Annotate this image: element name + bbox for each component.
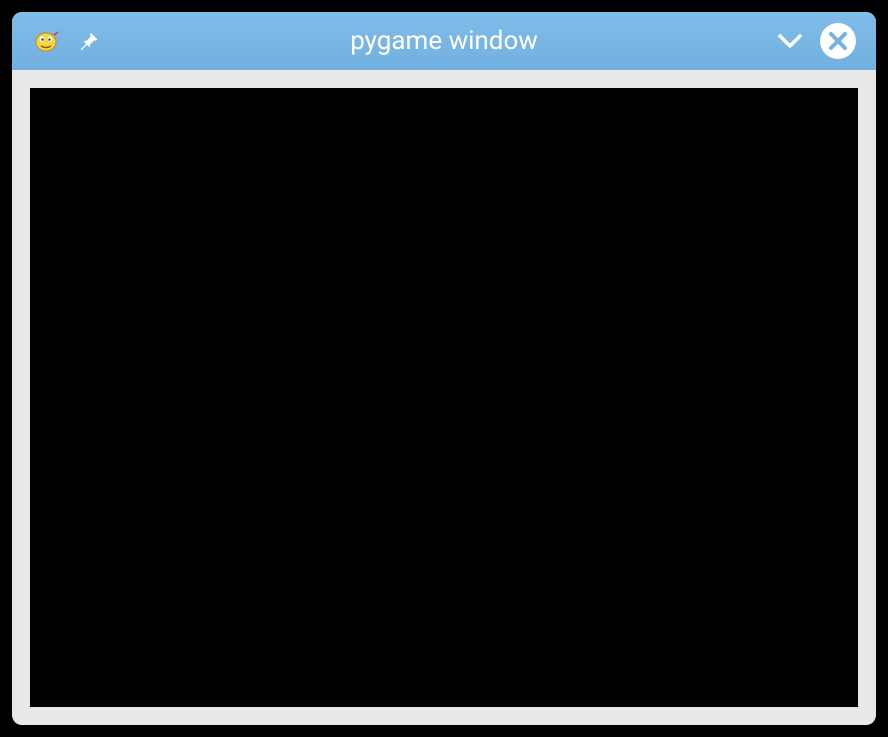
pin-icon[interactable] bbox=[78, 30, 100, 52]
pygame-canvas[interactable] bbox=[30, 88, 858, 707]
pygame-snake-icon bbox=[32, 27, 60, 55]
titlebar[interactable]: pygame window bbox=[12, 12, 876, 70]
titlebar-left-group bbox=[32, 27, 100, 55]
window-title: pygame window bbox=[350, 26, 538, 56]
application-window: pygame window bbox=[12, 12, 876, 725]
window-content-frame bbox=[12, 70, 876, 725]
minimize-button[interactable] bbox=[774, 25, 806, 57]
titlebar-right-group bbox=[774, 23, 856, 59]
close-button[interactable] bbox=[820, 23, 856, 59]
